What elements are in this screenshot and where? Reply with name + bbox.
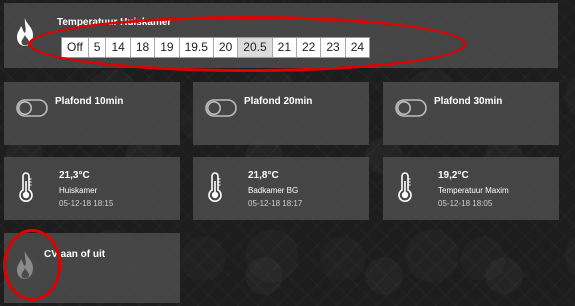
thermometer-icon: [18, 172, 34, 207]
setpoint-button[interactable]: 5: [88, 38, 107, 57]
setpoint-button[interactable]: 18: [130, 38, 156, 57]
setpoint-button[interactable]: 24: [345, 38, 370, 57]
switch-label: Plafond 10min: [55, 96, 124, 107]
setpoint-button[interactable]: Off: [62, 38, 89, 57]
switch-tile-plafond-30min[interactable]: Plafond 30min: [383, 82, 559, 145]
thermostat-title: Temperatuur Huiskamer: [57, 17, 172, 28]
switch-label: Plafond 20min: [244, 96, 313, 107]
setpoint-button[interactable]: 20: [213, 38, 239, 57]
setpoint-button[interactable]: 20.5: [238, 38, 273, 57]
sensor-tile-huiskamer[interactable]: 21,3°C Huiskamer 05-12-18 18:15: [4, 157, 180, 220]
thermometer-icon: [207, 172, 223, 207]
sensor-tile-temperatuur-maxim[interactable]: 19,2°C Temperatuur Maxim 05-12-18 18:05: [383, 157, 559, 220]
sensor-timestamp: 05-12-18 18:15: [59, 199, 114, 208]
switch-tile-plafond-10min[interactable]: Plafond 10min: [4, 82, 180, 145]
cv-toggle-tile[interactable]: CV aan of uit: [4, 233, 180, 303]
switch-label: Plafond 30min: [434, 96, 503, 107]
thermostat-tile: Temperatuur Huiskamer Off 5 14 18 19 19.…: [4, 3, 558, 68]
sensor-tile-badkamer-bg[interactable]: 21,8°C Badkamer BG 05-12-18 18:17: [193, 157, 369, 220]
toggle-off-icon[interactable]: [395, 99, 427, 122]
cv-label: CV aan of uit: [44, 249, 106, 260]
sensor-timestamp: 05-12-18 18:17: [248, 199, 303, 208]
sensor-name: Badkamer BG: [248, 186, 299, 195]
setpoint-selector: Off 5 14 18 19 19.5 20 20.5 21 22 23 24: [61, 37, 371, 58]
toggle-off-icon[interactable]: [16, 99, 48, 122]
switch-tile-plafond-20min[interactable]: Plafond 20min: [193, 82, 369, 145]
flame-icon[interactable]: [14, 250, 36, 285]
sensor-value: 21,8°C: [248, 170, 279, 181]
sensor-timestamp: 05-12-18 18:05: [438, 199, 493, 208]
sensor-name: Temperatuur Maxim: [438, 186, 509, 195]
thermometer-icon: [397, 172, 413, 207]
setpoint-button[interactable]: 19.5: [179, 38, 214, 57]
setpoint-button[interactable]: 19: [155, 38, 180, 57]
setpoint-button[interactable]: 14: [106, 38, 131, 57]
setpoint-button[interactable]: 23: [321, 38, 346, 57]
setpoint-button[interactable]: 22: [297, 38, 322, 57]
sensor-value: 21,3°C: [59, 170, 90, 181]
sensor-name: Huiskamer: [59, 186, 98, 195]
toggle-off-icon[interactable]: [205, 99, 237, 122]
setpoint-button[interactable]: 21: [272, 38, 297, 57]
flame-icon: [14, 17, 36, 52]
sensor-value: 19,2°C: [438, 170, 469, 181]
